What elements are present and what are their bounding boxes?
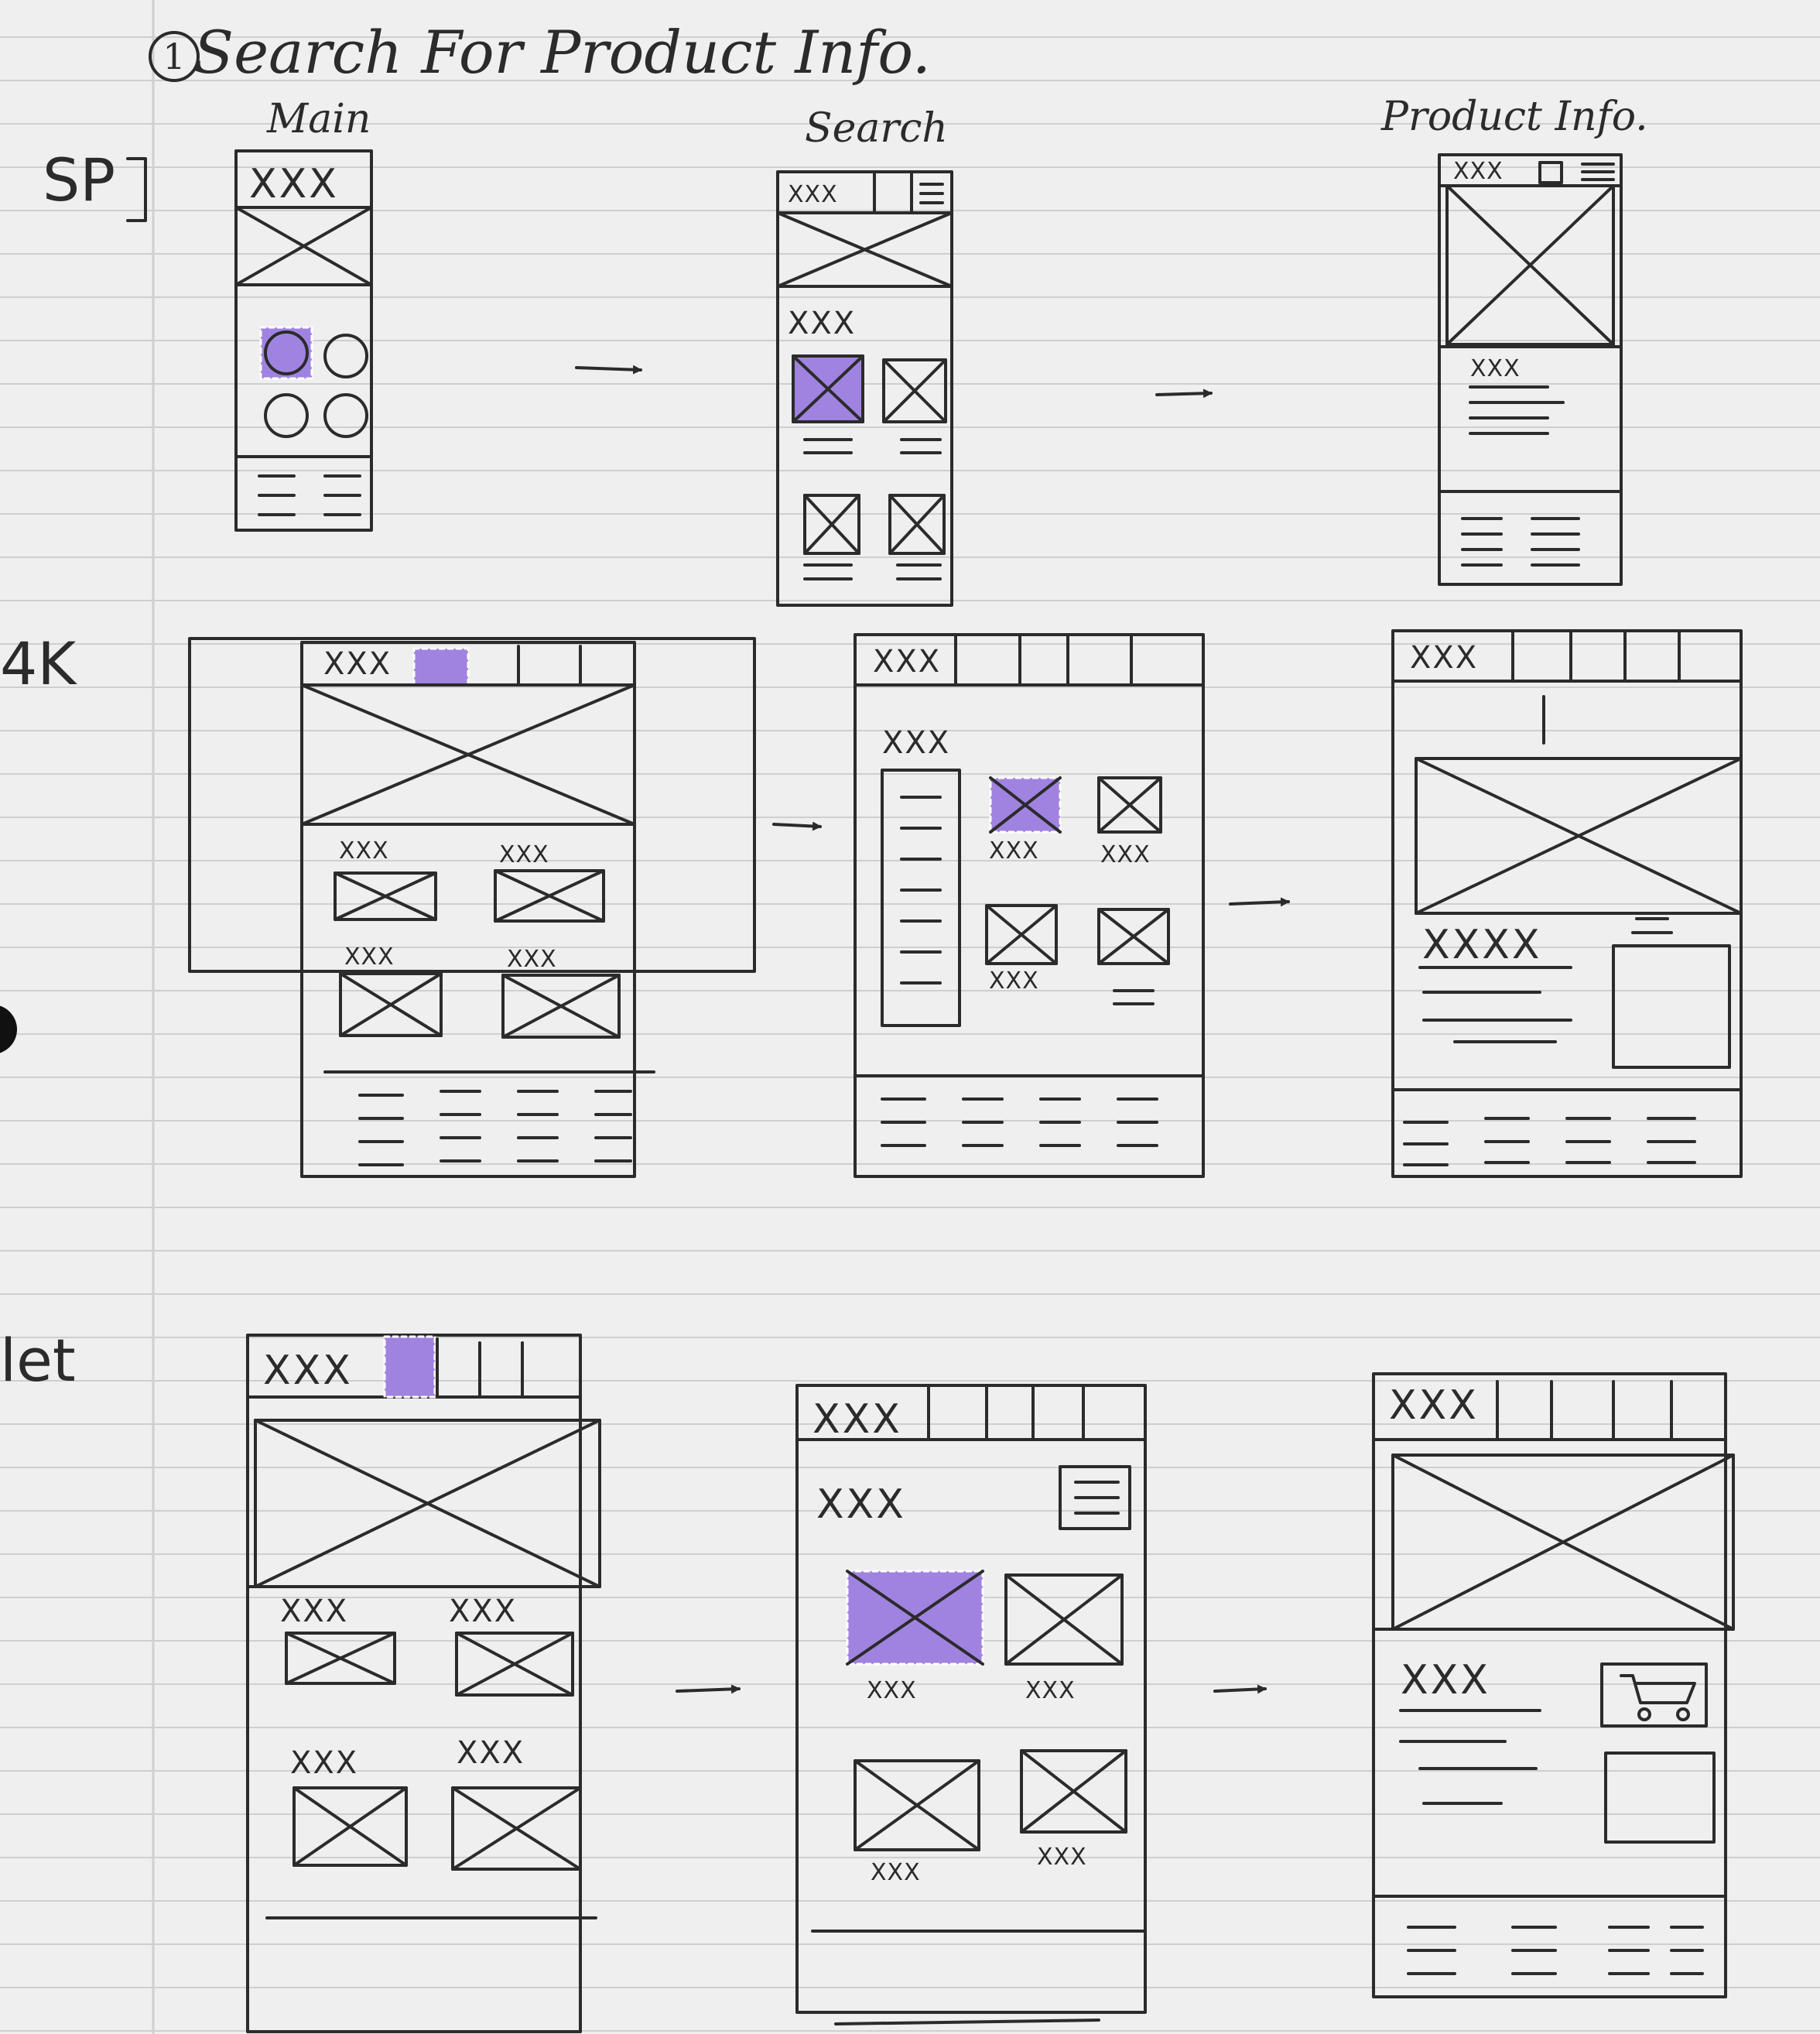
4k-search-result-thumb <box>1097 908 1170 965</box>
4k-search-wireframe <box>854 633 1205 1178</box>
flow-arrow <box>575 365 642 375</box>
sp-search-logo-text: XXX <box>788 181 838 208</box>
tablet-product-name-text: XXX <box>1401 1657 1490 1704</box>
sp-search-result-thumb <box>803 494 860 555</box>
4k-main-product-card <box>501 974 621 1039</box>
4k-search-result-thumb <box>985 904 1058 965</box>
column-label-search: Search <box>805 105 948 152</box>
sp-product-name-text: XXX <box>1470 355 1521 382</box>
tablet-main-nav-highlight <box>383 1335 436 1399</box>
page-bottom-stroke <box>834 2019 1100 2025</box>
cart-icon <box>1538 161 1563 184</box>
sp-search-heading-text: XXX <box>788 306 857 341</box>
tablet-search-logo-text: XXX <box>812 1396 902 1443</box>
tablet-product-footer-lines <box>1407 1926 1704 1975</box>
cart-icon <box>1600 1662 1708 1728</box>
row-label-4k: 4K <box>0 629 77 698</box>
column-label-main: Main <box>267 96 371 142</box>
tablet-main-product-card <box>455 1632 574 1697</box>
tablet-search-result-thumb <box>854 1759 980 1851</box>
4k-product-name-text: XXXX <box>1422 922 1542 968</box>
tablet-search-result-thumb <box>1020 1749 1127 1834</box>
tablet-main-card-title: XXX <box>290 1745 359 1781</box>
4k-main-product-card <box>339 972 443 1037</box>
tablet-search-item-title: XXX <box>1025 1677 1076 1704</box>
4k-search-item-title: XXX <box>1100 841 1151 868</box>
sp-main-logo-text: XXX <box>249 161 339 207</box>
tablet-main-card-title: XXX <box>457 1735 525 1771</box>
tablet-product-logo-text: XXX <box>1389 1382 1479 1429</box>
sp-product-wireframe <box>1438 153 1623 586</box>
flow-arrow <box>676 1684 741 1694</box>
4k-main-wireframe <box>188 637 756 1178</box>
sp-main-highlight <box>259 326 313 380</box>
flow-arrow <box>1213 1684 1267 1694</box>
tablet-product-detail-panel <box>1604 1752 1716 1844</box>
sp-main-category-circle <box>264 393 309 438</box>
4k-main-product-card <box>334 871 437 921</box>
sp-product-logo-text: XXX <box>1453 158 1504 185</box>
4k-product-logo-text: XXX <box>1410 640 1479 676</box>
4k-main-viewport <box>188 637 756 973</box>
tablet-main-card-title: XXX <box>449 1594 518 1629</box>
tablet-search-item-title: XXX <box>867 1677 917 1704</box>
4k-main-footer-lines <box>358 1090 632 1166</box>
sp-search-wireframe <box>776 170 953 607</box>
tablet-search-wireframe <box>795 1384 1147 2014</box>
4k-main-card-title: XXX <box>344 943 395 971</box>
tablet-search-item-title: XXX <box>1037 1844 1087 1871</box>
4k-search-result-thumb <box>1097 776 1162 834</box>
4k-main-card-title: XXX <box>507 946 557 973</box>
sp-search-result-thumb <box>882 358 947 423</box>
column-label-product-info: Product Info. <box>1381 94 1648 140</box>
hamburger-menu-icon <box>919 183 944 204</box>
4k-product-cart-panel <box>1612 944 1731 1069</box>
sp-main-category-circle <box>323 393 368 438</box>
4k-search-logo-text: XXX <box>873 644 942 680</box>
step-number-badge: 1 <box>149 31 200 82</box>
4k-search-footer-lines <box>881 1097 1158 1147</box>
sp-search-result-thumb <box>888 494 946 555</box>
4k-product-footer-lines <box>1403 1117 1696 1166</box>
4k-main-product-card <box>494 869 605 923</box>
row-label-tablet: let <box>0 1326 76 1395</box>
4k-main-nav-highlight <box>412 647 470 687</box>
4k-search-item-title: XXX <box>989 967 1039 995</box>
tablet-search-item-title: XXX <box>871 1859 921 1886</box>
page-title: Search For Product Info. <box>193 18 931 87</box>
tablet-main-product-card <box>292 1786 408 1867</box>
4k-search-heading-text: XXX <box>882 725 951 761</box>
4k-search-item-title: XXX <box>989 837 1039 865</box>
flow-arrow <box>1155 389 1213 399</box>
4k-main-card-title: XXX <box>339 837 389 865</box>
4k-main-card-title: XXX <box>499 841 549 868</box>
sketch-paper <box>0 0 1820 2034</box>
4k-main-logo-text: XXX <box>323 646 392 682</box>
sp-main-footer-lines <box>258 474 361 516</box>
row-label-sp: SP <box>43 146 116 214</box>
sp-main-category-circle <box>323 334 368 378</box>
flow-arrow <box>772 821 822 831</box>
binder-hole <box>0 1005 17 1053</box>
tablet-search-heading-text: XXX <box>816 1481 906 1528</box>
tablet-search-result-thumb <box>1004 1573 1124 1666</box>
tablet-main-logo-text: XXX <box>263 1347 353 1394</box>
tablet-main-card-title: XXX <box>280 1594 349 1629</box>
4k-search-filter-sidebar <box>881 769 961 1027</box>
